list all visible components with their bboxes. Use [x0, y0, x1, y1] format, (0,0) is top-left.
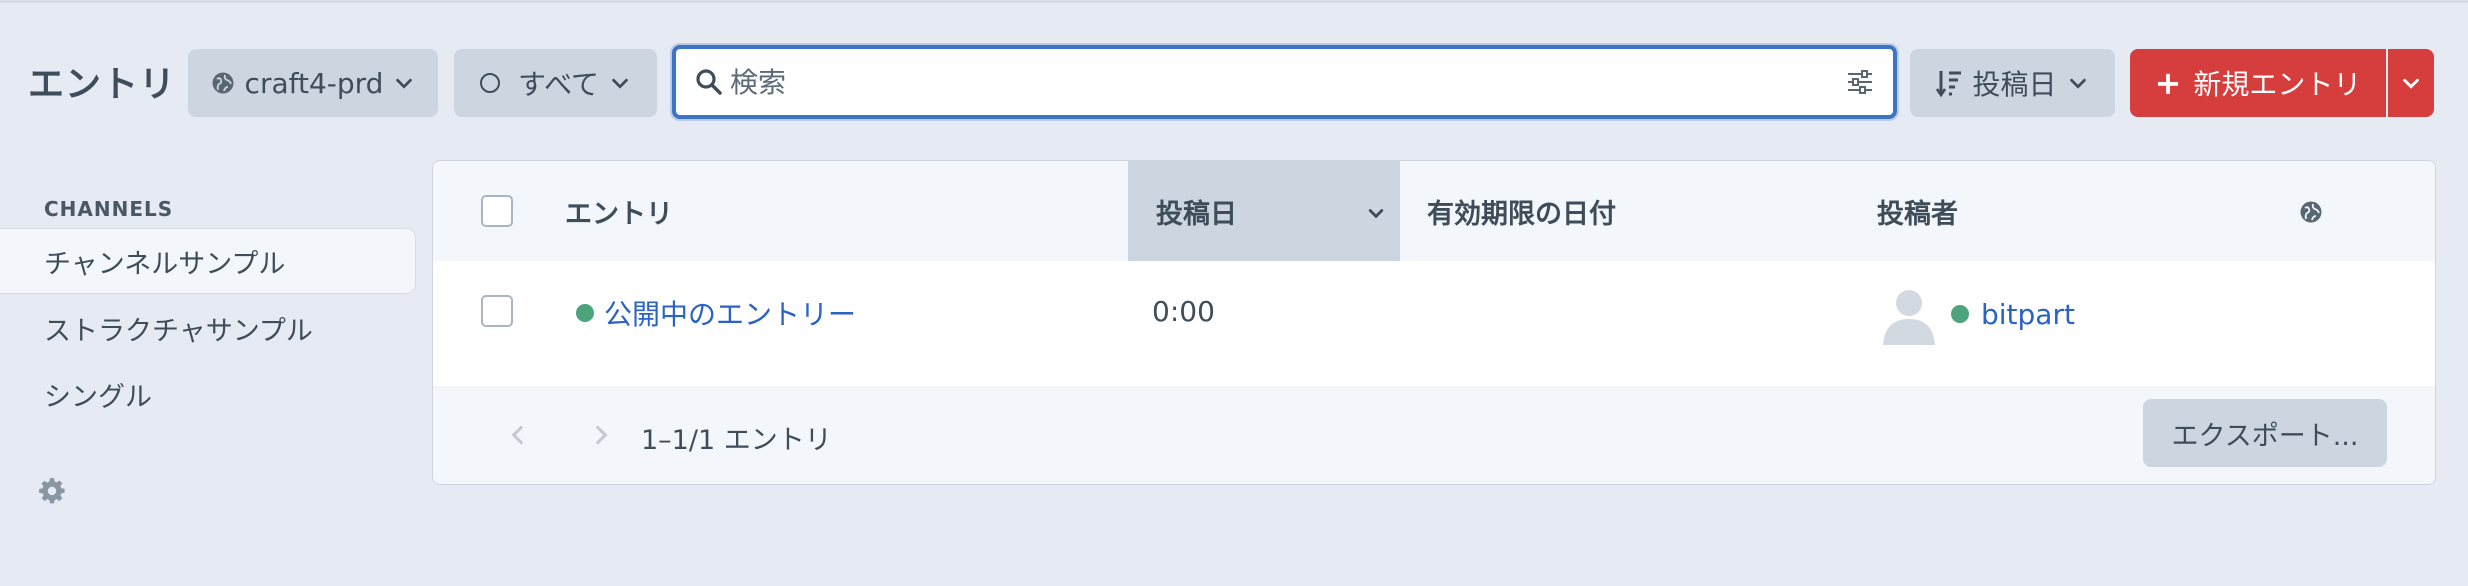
pagination-info: 1–1/1 エントリ [641, 425, 832, 456]
search-box[interactable] [672, 45, 1897, 119]
sidebar-item-label: ストラクチャサンプル [44, 315, 313, 347]
globe-icon[interactable] [2299, 200, 2323, 224]
sidebar-item-channel-sample[interactable]: チャンネルサンプル [0, 228, 416, 294]
filter-sliders-icon[interactable] [1845, 67, 1875, 97]
site-selector-label: craft4-prd [244, 66, 384, 100]
column-header-post-date[interactable]: 投稿日 [1128, 161, 1400, 261]
table-header: エントリ 投稿日 有効期限の日付 投稿者 [433, 161, 2435, 261]
row-checkbox[interactable] [481, 295, 513, 327]
status-filter-label: すべて [518, 68, 599, 101]
next-page-icon[interactable] [588, 422, 614, 448]
column-label: エントリ [565, 198, 673, 230]
new-entry-label: 新規エントリ [2193, 68, 2362, 101]
page-header: エントリ craft4-prd すべて 検索 投稿日 + 新規エントリ [0, 3, 2468, 163]
page-title: エントリ [28, 64, 177, 105]
select-all-checkbox[interactable] [481, 195, 513, 227]
entries-table: エントリ 投稿日 有効期限の日付 投稿者 公開中のエントリー 0:00 bitp… [432, 160, 2436, 485]
entry-title-link[interactable]: 公開中のエントリー [604, 293, 856, 333]
sort-icon [1936, 71, 1962, 97]
new-entry-menu-button[interactable] [2388, 49, 2434, 117]
chevron-down-icon [612, 78, 628, 89]
table-footer: 1–1/1 エントリ エクスポート... [433, 386, 2435, 484]
column-header-expiry-date[interactable]: 有効期限の日付 [1427, 161, 1867, 261]
sidebar-item-structure-sample[interactable]: ストラクチャサンプル [0, 295, 416, 361]
entry-title-cell: 公開中のエントリー [576, 293, 856, 333]
column-header-author[interactable]: 投稿者 [1877, 161, 2277, 261]
table-row[interactable]: 公開中のエントリー 0:00 bitpart [433, 261, 2435, 386]
status-live-dot [576, 304, 594, 322]
chevron-down-icon [2069, 78, 2086, 89]
sort-button[interactable]: 投稿日 [1910, 49, 2115, 117]
site-selector-button[interactable]: craft4-prd [188, 49, 438, 117]
author-link[interactable]: bitpart [1981, 298, 2075, 331]
column-label: 投稿者 [1877, 198, 1958, 230]
search-icon [696, 69, 722, 95]
chevron-down-icon [396, 78, 413, 89]
column-label: 投稿日 [1156, 198, 1237, 230]
sidebar-item-single[interactable]: シングル [0, 361, 416, 427]
sidebar: CHANNELS チャンネルサンプル ストラクチャサンプル シングル [0, 193, 420, 533]
chevron-down-icon [1368, 209, 1384, 219]
sidebar-item-label: シングル [44, 381, 152, 413]
sidebar-heading: CHANNELS [44, 197, 174, 221]
new-entry-button[interactable]: + 新規エントリ [2130, 49, 2386, 117]
sidebar-item-label: チャンネルサンプル [44, 248, 286, 280]
export-button[interactable]: エクスポート... [2143, 399, 2387, 467]
sort-label: 投稿日 [1972, 68, 2057, 101]
entries-page: エントリ craft4-prd すべて 検索 投稿日 + 新規エントリ CHAN… [0, 0, 2468, 586]
avatar [1883, 290, 1935, 345]
status-live-dot [1951, 305, 1969, 323]
status-circle-icon [480, 73, 501, 93]
column-header-entry[interactable]: エントリ [565, 161, 1125, 261]
previous-page-icon[interactable] [505, 422, 531, 448]
author-cell: bitpart [1879, 283, 2075, 345]
export-label: エクスポート... [2171, 420, 2359, 452]
plus-icon: + [2154, 64, 2182, 102]
chevron-down-icon [2403, 78, 2419, 89]
status-filter-button[interactable]: すべて [454, 49, 657, 117]
search-input[interactable] [730, 57, 1810, 107]
post-date-cell: 0:00 [1152, 295, 1215, 328]
globe-icon [212, 72, 234, 94]
gear-icon[interactable] [38, 477, 66, 505]
column-label: 有効期限の日付 [1427, 198, 1616, 230]
